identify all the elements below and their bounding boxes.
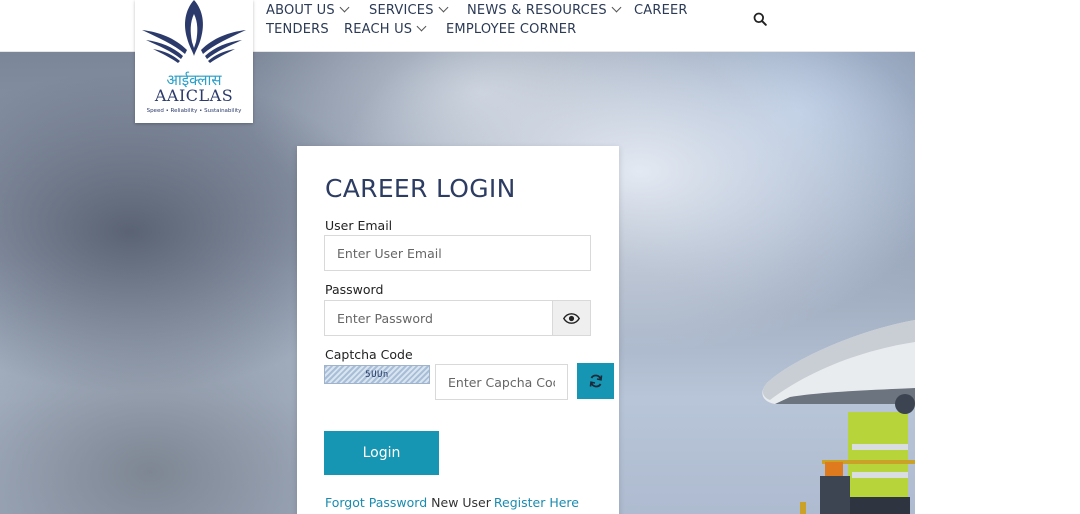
blank-area [915, 0, 1080, 514]
nav-about-us[interactable]: ABOUT US [266, 2, 350, 18]
password-label: Password [325, 282, 384, 297]
nav-about-us-label: ABOUT US [266, 3, 335, 18]
nav-tenders[interactable]: TENDERS [266, 22, 329, 37]
captcha-image: 5UUn [324, 365, 430, 384]
captcha-field[interactable] [435, 364, 568, 400]
nav-career[interactable]: CAREER [634, 3, 688, 18]
search-icon[interactable] [753, 12, 767, 26]
nav-reach-us-label: REACH US [344, 22, 413, 37]
captcha-label: Captcha Code [325, 347, 413, 362]
nav-services-label: SERVICES [369, 3, 434, 18]
chevron-down-icon [416, 21, 427, 32]
wings-logo-icon [142, 0, 246, 63]
refresh-captcha-button[interactable] [577, 363, 614, 399]
nav-employee-corner-label: EMPLOYEE CORNER [446, 22, 577, 37]
nav-reach-us[interactable]: REACH US [344, 21, 427, 37]
brand-name: AAICLAS [154, 86, 234, 105]
career-login-card: CAREER LOGIN User Email Password Captcha… [297, 146, 619, 514]
nav-tenders-label: TENDERS [266, 22, 329, 37]
nav-news-resources-label: NEWS & RESOURCES [467, 3, 607, 18]
new-user-text: New User [431, 495, 491, 510]
chevron-down-icon [611, 2, 622, 13]
page: ABOUT US SERVICES NEWS & RESOURCES CAREE… [0, 0, 915, 514]
email-field[interactable] [324, 235, 591, 271]
brand-logo[interactable]: आईक्लास AAICLAS Speed • Reliability • Su… [135, 0, 253, 123]
forgot-password-link[interactable]: Forgot Password [325, 495, 427, 510]
chevron-down-icon [438, 2, 449, 13]
nav-services[interactable]: SERVICES [369, 2, 449, 18]
email-label: User Email [325, 218, 393, 233]
chevron-down-icon [339, 2, 350, 13]
captcha-text: 5UUn [365, 369, 389, 380]
nav-career-label: CAREER [634, 3, 688, 18]
login-footer-links: Forgot Password New User Register Here [325, 495, 579, 510]
register-link[interactable]: Register Here [494, 495, 579, 510]
nav-employee-corner[interactable]: EMPLOYEE CORNER [446, 22, 576, 37]
brand-tagline: Speed • Reliability • Sustainability [146, 108, 242, 114]
login-button[interactable]: Login [324, 431, 439, 475]
toggle-password-button[interactable] [552, 300, 591, 336]
login-title: CAREER LOGIN [325, 174, 516, 203]
password-field[interactable] [324, 300, 553, 336]
eye-icon [563, 312, 580, 324]
refresh-icon [589, 374, 602, 388]
nav-news-resources[interactable]: NEWS & RESOURCES [467, 2, 622, 18]
